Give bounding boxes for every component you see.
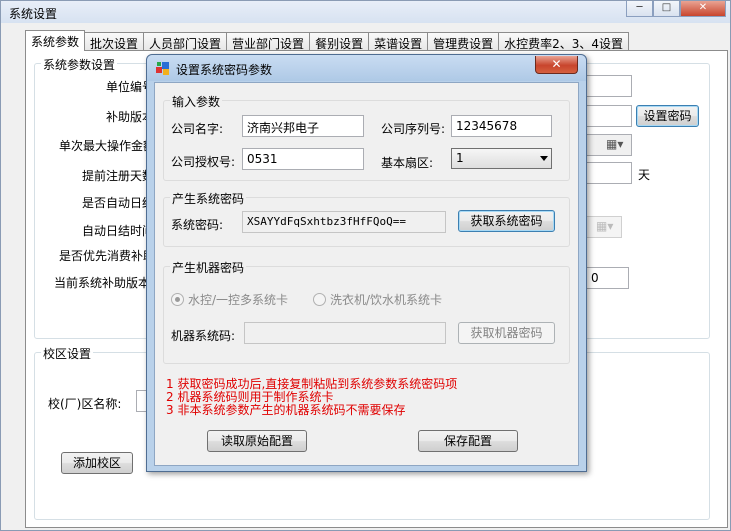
group-title: 校区设置 bbox=[41, 345, 94, 362]
radio-water-control-card[interactable]: 水控/一控多系统卡 bbox=[171, 291, 288, 308]
tab-management-fee[interactable]: 管理费设置 bbox=[427, 32, 500, 51]
machine-code-label: 机器系统码: bbox=[171, 329, 236, 343]
set-password-button[interactable]: 设置密码 bbox=[636, 105, 699, 127]
label-advance-days: 提前注册天数 bbox=[82, 169, 155, 183]
radio-label: 水控/一控多系统卡 bbox=[188, 293, 289, 307]
app-icon bbox=[156, 62, 169, 75]
system-password-label: 系统密码: bbox=[171, 218, 224, 232]
dialog-body: 输入参数 公司名字: 济南兴邦电子 公司序列号: 12345678 公司授权号:… bbox=[154, 82, 579, 466]
subsidy-version-field[interactable] bbox=[586, 105, 632, 127]
tab-personnel-dept[interactable]: 人员部门设置 bbox=[143, 32, 228, 51]
campus-name-label: 校(厂)区名称: bbox=[48, 397, 122, 411]
unit-no-field[interactable] bbox=[586, 75, 632, 97]
tab-meal[interactable]: 餐别设置 bbox=[309, 32, 370, 51]
dialog-close-icon[interactable]: ✕ bbox=[535, 56, 578, 74]
add-campus-button[interactable]: 添加校区 bbox=[61, 452, 133, 474]
sector-value: 1 bbox=[456, 151, 464, 165]
get-machine-password-button[interactable]: 获取机器密码 bbox=[458, 322, 555, 344]
save-config-button[interactable]: 保存配置 bbox=[418, 430, 518, 452]
company-name-label: 公司名字: bbox=[171, 122, 224, 136]
label-priority-subsidy: 是否优先消费补助 bbox=[59, 249, 156, 263]
current-version-field[interactable]: 0 bbox=[586, 267, 629, 289]
advance-days-field[interactable] bbox=[586, 162, 632, 184]
read-original-config-button[interactable]: 读取原始配置 bbox=[207, 430, 307, 452]
company-serial-input[interactable]: 12345678 bbox=[451, 115, 552, 137]
machine-password-group: 产生机器密码 bbox=[163, 259, 570, 364]
note-line-3: 3 非本系统参数产生的机器系统码不需要保存 bbox=[166, 403, 406, 417]
company-name-input[interactable]: 济南兴邦电子 bbox=[242, 115, 364, 137]
close-icon[interactable]: ✕ bbox=[680, 1, 726, 17]
dialog-title: 设置系统密码参数 bbox=[176, 63, 273, 77]
radio-washer-card[interactable]: 洗衣机/饮水机系统卡 bbox=[313, 291, 442, 308]
radio-label: 洗衣机/饮水机系统卡 bbox=[330, 293, 443, 307]
settings-tabs: 系统参数 批次设置 人员部门设置 营业部门设置 餐别设置 菜谱设置 管理费设置 … bbox=[25, 30, 630, 51]
tab-system-params[interactable]: 系统参数 bbox=[25, 30, 86, 51]
window-titlebar: 系统设置 ─ □ ✕ bbox=[1, 1, 730, 23]
set-password-dialog: 设置系统密码参数 ✕ 输入参数 公司名字: 济南兴邦电子 公司序列号: 1234… bbox=[146, 54, 587, 472]
chevron-down-icon bbox=[540, 156, 548, 161]
group-title: 产生机器密码 bbox=[170, 259, 247, 276]
window-title: 系统设置 bbox=[9, 7, 58, 21]
radio-checked-icon bbox=[171, 293, 184, 306]
time-dropdown-icon[interactable]: ▦▾ bbox=[596, 219, 613, 233]
label-settle-time: 自动日结时间 bbox=[82, 224, 155, 238]
dialog-titlebar: 设置系统密码参数 ✕ bbox=[147, 55, 586, 81]
tab-water-rate[interactable]: 水控费率2、3、4设置 bbox=[498, 32, 630, 51]
auth-no-input[interactable]: 0531 bbox=[242, 148, 364, 170]
label-max-amount: 单次最大操作金额 bbox=[59, 139, 156, 153]
label-current-version: 当前系统补助版本 bbox=[54, 276, 151, 290]
label-auto-settle: 是否自动日结 bbox=[82, 196, 155, 210]
machine-code-field[interactable] bbox=[244, 322, 446, 344]
sector-label: 基本扇区: bbox=[381, 156, 434, 170]
tab-batch[interactable]: 批次设置 bbox=[84, 32, 145, 51]
auth-no-label: 公司授权号: bbox=[171, 155, 236, 169]
window-controls: ─ □ ✕ bbox=[626, 1, 726, 17]
system-password-field[interactable]: XSAYYdFqSxhtbz3fHfFQoQ== bbox=[242, 211, 446, 233]
maximize-icon[interactable]: □ bbox=[653, 1, 680, 17]
sector-select[interactable]: 1 bbox=[451, 148, 552, 169]
group-title: 产生系统密码 bbox=[170, 190, 247, 207]
radio-unchecked-icon bbox=[313, 293, 326, 306]
days-unit: 天 bbox=[638, 168, 651, 182]
calendar-dropdown-icon[interactable]: ▦▾ bbox=[606, 137, 623, 151]
tab-menu[interactable]: 菜谱设置 bbox=[368, 32, 429, 51]
group-title: 系统参数设置 bbox=[41, 56, 118, 73]
company-serial-label: 公司序列号: bbox=[381, 122, 446, 136]
group-title: 输入参数 bbox=[170, 93, 223, 110]
minimize-icon[interactable]: ─ bbox=[626, 1, 653, 17]
get-system-password-button[interactable]: 获取系统密码 bbox=[458, 210, 555, 232]
tab-business-dept[interactable]: 营业部门设置 bbox=[226, 32, 311, 51]
